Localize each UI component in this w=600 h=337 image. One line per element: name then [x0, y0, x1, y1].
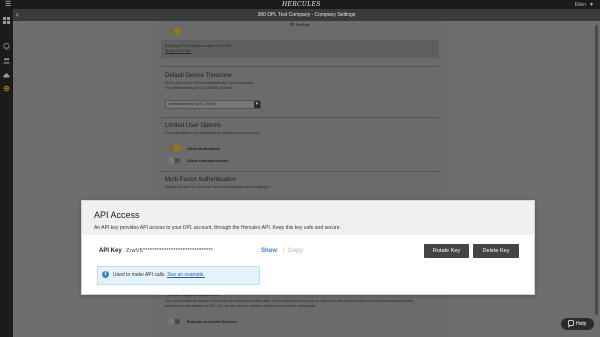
timezone-value: America/Toronto (UTC -04:00) [169, 102, 216, 106]
gear-icon: ⚙ [289, 22, 295, 28]
grid-icon[interactable] [3, 17, 10, 24]
portal-desc-2: transferring units between ATMs. You can… [165, 304, 317, 308]
help-label: Help [576, 321, 587, 327]
rotate-key-button[interactable]: Rotate Key [424, 244, 469, 258]
limited-user-desc: Grant all limited users permission to ac… [165, 131, 260, 135]
page-title: 360 DPL Test Company - Company Settings [257, 12, 356, 18]
api-key-value: ZrwV5****************************** [126, 248, 214, 254]
limited-user-title: Limited User Options [165, 123, 222, 129]
chat-bubble-icon [568, 318, 574, 335]
top-bar: ☰ HERCULES Ellen ▾ [0, 0, 600, 9]
exclude-archived-toggle[interactable] [168, 318, 180, 325]
mfa-desc: Require all users to use Multi-Factor Au… [165, 185, 271, 189]
copy-key-link[interactable]: Copy [288, 248, 303, 254]
menu-icon[interactable]: ☰ [5, 1, 11, 8]
info-text: Used to make API calls. [113, 272, 166, 278]
users-icon[interactable] [3, 57, 10, 64]
modal-header: API Access An API key provides API acces… [82, 201, 534, 235]
timezone-select[interactable]: America/Toronto (UTC -04:00) ▾ [165, 100, 261, 109]
hercules-logo: HERCULES [282, 1, 321, 8]
left-nav-rail [0, 9, 13, 337]
allow-unsuspensions-toggle[interactable] [168, 157, 180, 164]
bell-icon[interactable] [3, 43, 10, 50]
atm-note-box: Enabling ATM Insights is subject to the … [161, 40, 439, 58]
delete-key-button[interactable]: Delete Key [473, 244, 519, 258]
api-key-label: API Key [99, 248, 122, 254]
link-separator: | [283, 248, 285, 254]
mfa-title: Multi-Factor Authentication [165, 177, 237, 183]
divider [161, 171, 439, 172]
divider [161, 66, 439, 67]
divider [161, 117, 439, 118]
gear-icon[interactable] [3, 85, 10, 92]
exclude-archived-label: Exclude Archived Devices [187, 319, 237, 324]
terms-link[interactable]: Terms of Service [165, 49, 191, 54]
modal-description: An API key provides API access to your D… [94, 225, 341, 231]
chevron-down-icon[interactable]: ▾ [590, 1, 593, 8]
scrollbar[interactable] [595, 25, 598, 315]
allow-activations-toggle[interactable] [169, 145, 181, 152]
info-text-wrap: Used to make API calls. See an example. [113, 272, 205, 278]
allow-unsuspensions-label: Allow Unsuspensions [187, 158, 229, 163]
info-box: i Used to make API calls. See an example… [97, 266, 260, 285]
show-key-link[interactable]: Show [261, 248, 277, 254]
settings-tab[interactable]: ⚙ Settings [155, 22, 445, 28]
chevron-down-icon: ▾ [254, 101, 260, 108]
user-name[interactable]: Ellen [575, 2, 586, 8]
atm-insights-toggle[interactable] [169, 28, 181, 35]
cloud-icon[interactable] [3, 72, 10, 79]
timezone-title: Default Device Timezone [165, 73, 232, 79]
title-bar: ‹ 360 DPL Test Company - Company Setting… [13, 9, 600, 21]
modal-title: API Access [94, 210, 140, 220]
allow-activations-label: Allow Activations [187, 146, 221, 151]
help-button[interactable]: Help [561, 318, 594, 330]
api-access-modal: API Access An API key provides API acces… [81, 200, 535, 295]
settings-tab-label: Settings [295, 22, 311, 27]
see-example-link[interactable]: See an example. [167, 272, 205, 278]
timezone-desc-2: The default setting is for CDMA/DL devic… [165, 86, 233, 90]
info-icon: i [102, 271, 109, 278]
